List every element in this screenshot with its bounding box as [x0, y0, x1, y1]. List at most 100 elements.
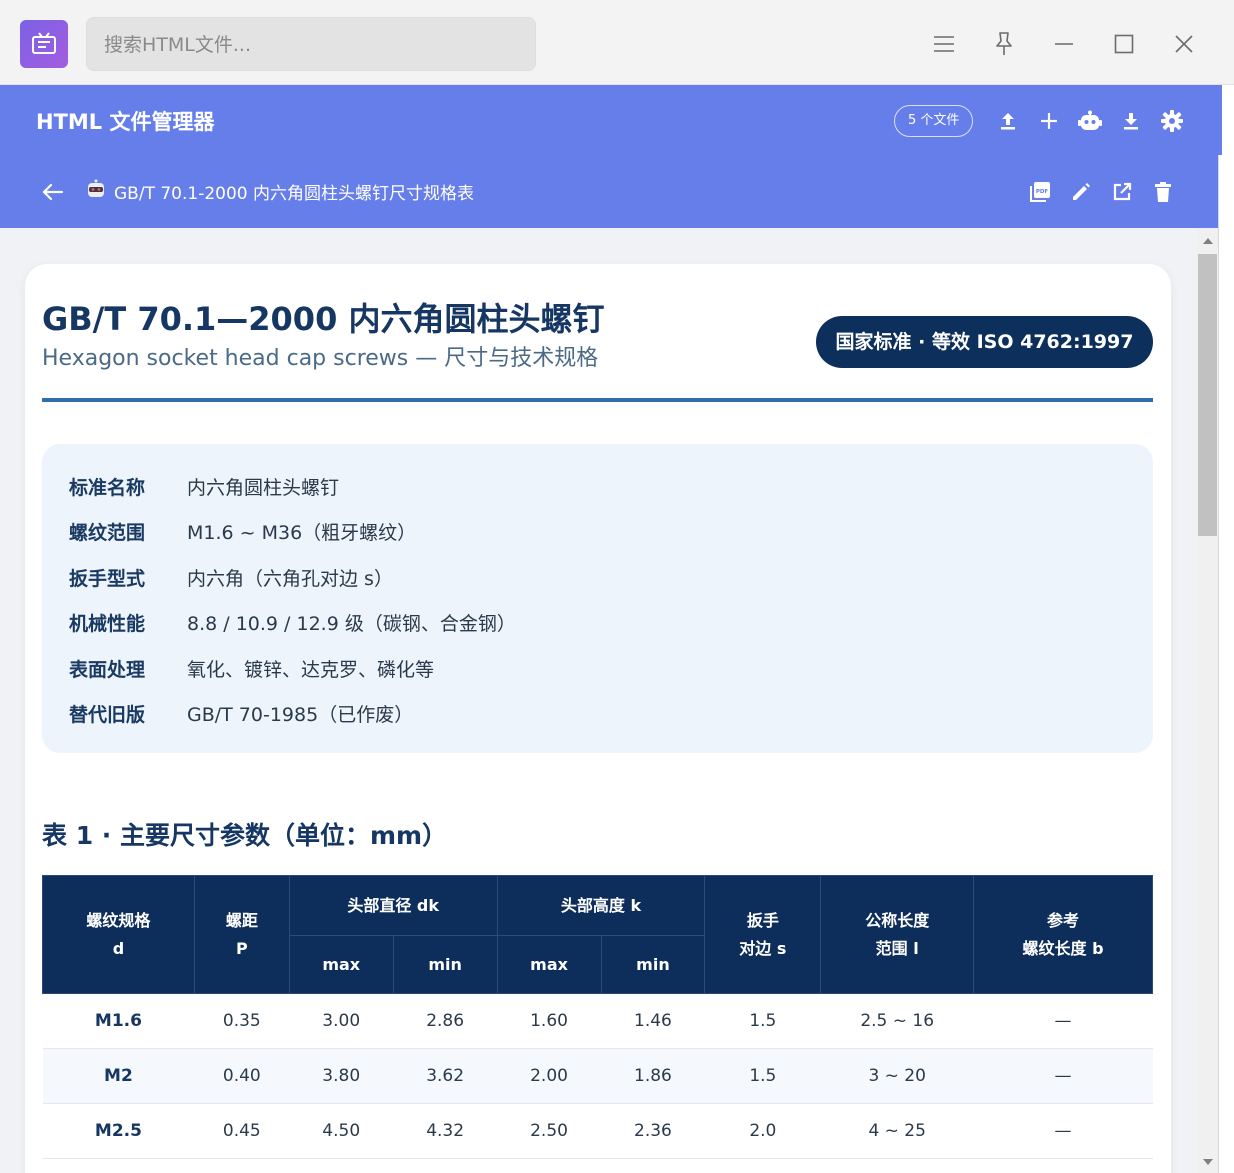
document-subtitle: Hexagon socket head cap screws — 尺寸与技术规格	[42, 346, 599, 371]
cell-thread-length: —	[973, 1048, 1153, 1104]
info-label: 替代旧版	[69, 704, 146, 726]
close-icon[interactable]	[1154, 22, 1214, 66]
pdf-export-icon[interactable]: PDF	[1024, 176, 1056, 208]
table-row: M1.6 0.35 3.00 2.86 1.60 1.46 1.5 2.5 ~ …	[42, 993, 1153, 1049]
dimension-table: 螺纹规格 d 螺距 P 头部直径 dk 头部高度 k 扳手 对边 s 公称长度 范围 l…	[42, 875, 1153, 1159]
cell-dk-min: 3.62	[393, 1048, 498, 1104]
table-row: M2.5 0.45 4.50 4.32 2.50 2.36 2.0 4 ~ 25…	[42, 1103, 1153, 1159]
header-pitch: 螺距 P	[193, 875, 290, 994]
cell-k-max: 2.00	[497, 1048, 601, 1104]
cell-pitch: 0.45	[194, 1103, 290, 1159]
info-label: 标准名称	[69, 477, 146, 499]
header-k-max: max	[496, 935, 602, 994]
back-arrow-icon[interactable]	[38, 177, 68, 207]
cell-k-max: 2.50	[497, 1103, 601, 1159]
file-count-badge: 5 个文件	[894, 105, 974, 137]
scroll-up-arrow-icon[interactable]	[1197, 232, 1218, 250]
cell-pitch: 0.35	[194, 993, 290, 1049]
maximize-icon[interactable]	[1094, 22, 1154, 66]
info-row: 螺纹范围 M1.6 ~ M36（粗牙螺纹）	[69, 518, 416, 545]
file-robot-icon	[86, 179, 106, 204]
app-header: HTML 文件管理器 5 个文件 GB/T 70.1-2000 内六角圆柱头螺钉…	[0, 85, 1222, 228]
header-dk-max: max	[288, 935, 394, 994]
cell-thread-length: —	[973, 993, 1153, 1049]
header-head-diameter: 头部直径 dk	[288, 875, 498, 936]
download-icon[interactable]	[1115, 105, 1147, 137]
header-toolbar	[992, 105, 1188, 137]
cell-length-range: 2.5 ~ 16	[820, 993, 974, 1049]
cell-wrench-size: 2.0	[704, 1103, 821, 1159]
header-k-min: min	[600, 935, 706, 994]
scrollbar-thumb[interactable]	[1198, 254, 1217, 536]
svg-text:PDF: PDF	[1036, 189, 1049, 195]
info-row: 机械性能 8.8 / 10.9 / 12.9 级（碳钢、合金钢）	[69, 609, 516, 636]
window-controls	[914, 22, 1214, 66]
title-divider	[42, 398, 1153, 402]
cell-k-max: 1.60	[497, 993, 601, 1049]
vertical-scrollbar[interactable]	[1197, 228, 1218, 1173]
delete-icon[interactable]	[1147, 176, 1179, 208]
info-row: 替代旧版 GB/T 70-1985（已作废）	[69, 700, 413, 727]
info-row: 扳手型式 内六角（六角孔对边 s）	[69, 564, 393, 591]
edit-icon[interactable]	[1065, 176, 1097, 208]
info-label: 螺纹范围	[69, 522, 146, 544]
info-row: 标准名称 内六角圆柱头螺钉	[69, 473, 339, 500]
info-label: 扳手型式	[69, 568, 146, 590]
cell-k-min: 1.86	[601, 1048, 705, 1104]
open-external-icon[interactable]	[1106, 176, 1138, 208]
header-thread-length: 参考 螺纹长度 b	[973, 875, 1153, 994]
info-value: GB/T 70-1985（已作废）	[187, 704, 414, 726]
info-row: 表面处理 氧化、镀锌、达克罗、磷化等	[69, 655, 434, 682]
cell-length-range: 3 ~ 20	[820, 1048, 974, 1104]
cell-dk-min: 4.32	[393, 1103, 498, 1159]
info-value: M1.6 ~ M36（粗牙螺纹）	[187, 522, 417, 544]
app-title: HTML 文件管理器	[36, 110, 215, 134]
window-title-bar: 搜索HTML文件...	[0, 0, 1234, 85]
info-value: 内六角圆柱头螺钉	[187, 477, 340, 499]
info-value: 氧化、镀锌、达克罗、磷化等	[187, 659, 435, 681]
robot-icon[interactable]	[1074, 105, 1106, 137]
settings-icon[interactable]	[1156, 105, 1188, 137]
header-head-height: 头部高度 k	[496, 875, 706, 936]
info-value: 8.8 / 10.9 / 12.9 级（碳钢、合金钢）	[187, 613, 516, 635]
document-card: GB/T 70.1—2000 内六角圆柱头螺钉 Hexagon socket h…	[25, 264, 1171, 1173]
add-icon[interactable]	[1033, 105, 1065, 137]
document-title: GB/T 70.1—2000 内六角圆柱头螺钉	[42, 300, 605, 338]
scroll-down-arrow-icon[interactable]	[1197, 1153, 1218, 1171]
cell-dk-max: 3.80	[289, 1048, 394, 1104]
minimize-icon[interactable]	[1034, 22, 1094, 66]
file-name: GB/T 70.1-2000 内六角圆柱头螺钉尺寸规格表	[114, 184, 475, 204]
upload-icon[interactable]	[992, 105, 1024, 137]
table-row: M2 0.40 3.80 3.62 2.00 1.86 1.5 3 ~ 20 —	[42, 1048, 1153, 1104]
cell-k-min: 2.36	[601, 1103, 705, 1159]
cell-length-range: 4 ~ 25	[820, 1103, 974, 1159]
standard-badge: 国家标准 · 等效 ISO 4762:1997	[816, 316, 1153, 368]
search-input[interactable]: 搜索HTML文件...	[86, 17, 536, 71]
info-value: 内六角（六角孔对边 s）	[187, 568, 393, 590]
header-wrench-size: 扳手 对边 s	[704, 875, 822, 994]
cell-wrench-size: 1.5	[704, 1048, 821, 1104]
cell-k-min: 1.46	[601, 993, 705, 1049]
info-panel: 标准名称 内六角圆柱头螺钉 螺纹范围 M1.6 ~ M36（粗牙螺纹） 扳手型式…	[42, 444, 1153, 753]
cell-wrench-size: 1.5	[704, 993, 821, 1049]
header-length-range: 公称长度 范围 l	[820, 875, 975, 994]
info-label: 机械性能	[69, 613, 146, 635]
cell-dk-max: 3.00	[289, 993, 394, 1049]
app-logo-icon	[20, 20, 68, 68]
cell-thread-spec: M2.5	[42, 1103, 195, 1159]
cell-pitch: 0.40	[194, 1048, 290, 1104]
cell-thread-spec: M1.6	[42, 993, 195, 1049]
cell-dk-min: 2.86	[393, 993, 498, 1049]
header-dk-min: min	[392, 935, 498, 994]
cell-thread-spec: M2	[42, 1048, 195, 1104]
info-label: 表面处理	[69, 659, 146, 681]
pin-icon[interactable]	[974, 22, 1034, 66]
document-viewport[interactable]: GB/T 70.1—2000 内六角圆柱头螺钉 Hexagon socket h…	[0, 228, 1197, 1173]
window-right-edge	[1218, 155, 1234, 1173]
menu-icon[interactable]	[914, 22, 974, 66]
current-file-title: GB/T 70.1-2000 内六角圆柱头螺钉尺寸规格表	[86, 179, 474, 204]
header-thread-spec: 螺纹规格 d	[42, 875, 195, 994]
cell-thread-length: —	[973, 1103, 1153, 1159]
file-toolbar: PDF	[1024, 176, 1179, 208]
table-title: 表 1 · 主要尺寸参数（单位：mm）	[42, 821, 448, 850]
